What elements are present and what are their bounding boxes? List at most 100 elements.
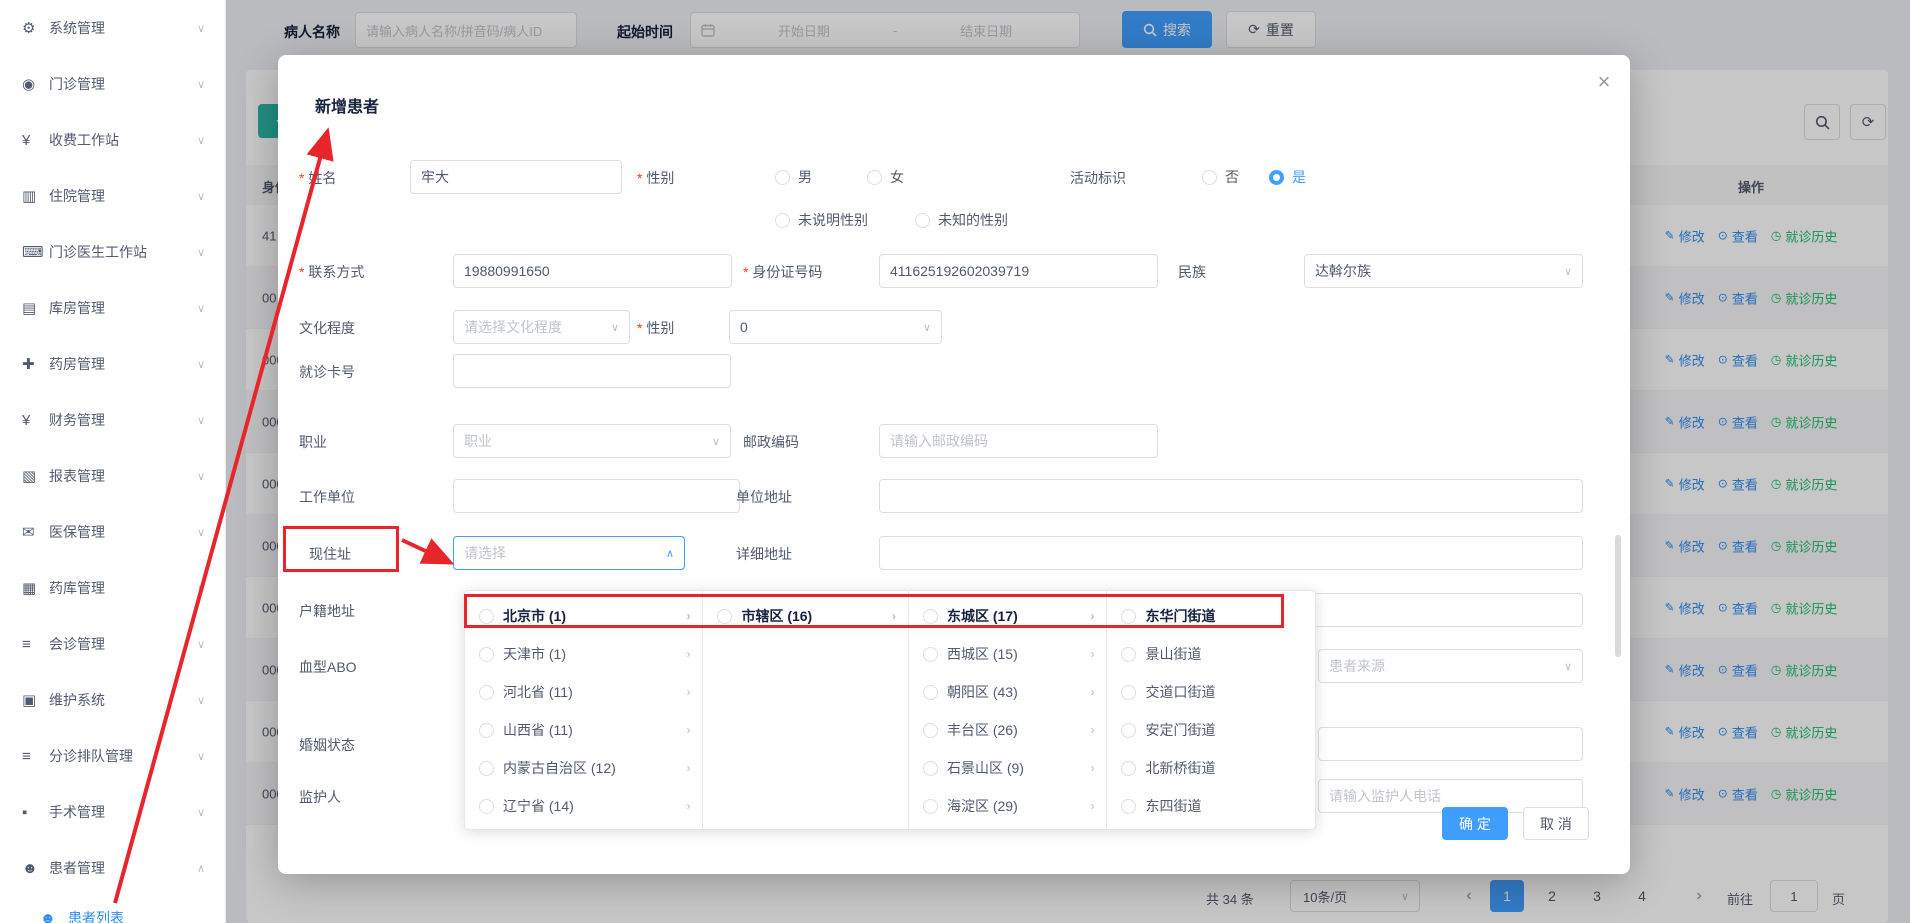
occupation-select[interactable]: 职业 ∨ xyxy=(453,424,731,458)
sidebar-item-6[interactable]: ▤库房管理∨ xyxy=(0,280,225,336)
radio-icon xyxy=(479,723,494,738)
cascader-option[interactable]: 北新桥街道 xyxy=(1107,749,1315,787)
cascader-option[interactable]: 朝阳区 (43)› xyxy=(909,673,1107,711)
radio-icon xyxy=(1121,723,1136,738)
occupation-label: 职业 xyxy=(299,432,327,452)
close-icon[interactable]: × xyxy=(1590,69,1618,97)
cascader-option[interactable]: 东华门街道 xyxy=(1107,597,1315,635)
warehouse-icon: ▤ xyxy=(22,299,49,317)
guardian-phone-placeholder: 请输入监护人电话 xyxy=(1329,786,1441,806)
radio-icon xyxy=(479,685,494,700)
cascader-option[interactable]: 海淀区 (29)› xyxy=(909,787,1107,825)
chevron-down-icon: ∨ xyxy=(197,806,205,819)
sidebar-item-1[interactable]: ⚙系统管理∨ xyxy=(0,0,225,56)
sidebar-item-15[interactable]: ▪手术管理∨ xyxy=(0,784,225,840)
sidebar-item-8[interactable]: ¥财务管理∨ xyxy=(0,392,225,448)
id-number-input[interactable]: 411625192602039719 xyxy=(879,254,1158,288)
cascader-option[interactable]: 东四街道 xyxy=(1107,787,1315,825)
radio-gender-unspecified[interactable]: 未说明性别 xyxy=(775,210,868,230)
sidebar-item-12[interactable]: ≡会诊管理∨ xyxy=(0,616,225,672)
work-unit-input[interactable] xyxy=(453,479,740,513)
cascader-option[interactable]: 景山街道 xyxy=(1107,635,1315,673)
chevron-down-icon: ∨ xyxy=(197,246,205,259)
marital-status-input[interactable] xyxy=(1318,727,1583,761)
education-placeholder: 请选择文化程度 xyxy=(464,317,562,337)
unit-address-input[interactable] xyxy=(879,479,1583,513)
marital-status-label: 婚姻状态 xyxy=(299,735,355,755)
cascader-option[interactable]: 交道口街道 xyxy=(1107,673,1315,711)
sidebar-item-16[interactable]: ☻患者管理∧ xyxy=(0,840,225,896)
cascader-option[interactable]: 内蒙古自治区 (12)› xyxy=(465,749,702,787)
cascader-option[interactable]: 北京市 (1)› xyxy=(465,597,702,635)
cascader-option[interactable]: 东城区 (17)› xyxy=(909,597,1107,635)
confirm-button[interactable]: 确 定 xyxy=(1442,807,1508,840)
modal-scrollbar-thumb[interactable] xyxy=(1615,535,1621,657)
chevron-right-icon: › xyxy=(1090,799,1094,813)
radio-label: 男 xyxy=(798,167,812,187)
radio-icon xyxy=(479,761,494,776)
radio-icon xyxy=(479,647,494,662)
radio-icon xyxy=(915,213,930,228)
cancel-button[interactable]: 取 消 xyxy=(1523,807,1589,840)
gender-code-select[interactable]: 0 ∨ xyxy=(729,310,942,344)
chevron-down-icon: ∨ xyxy=(1558,660,1572,673)
radio-label: 未知的性别 xyxy=(938,210,1008,230)
postal-code-input[interactable]: 请输入邮政编码 xyxy=(879,424,1158,458)
name-input[interactable]: 牢大 xyxy=(410,160,622,194)
sidebar-item-7[interactable]: ✚药房管理∨ xyxy=(0,336,225,392)
visit-card-label: 就诊卡号 xyxy=(299,362,355,382)
cascader-option[interactable]: 西城区 (15)› xyxy=(909,635,1107,673)
sidebar-item-9[interactable]: ▧报表管理∨ xyxy=(0,448,225,504)
cascader-option[interactable]: 天津市 (1)› xyxy=(465,635,702,673)
cascader-option-label: 山西省 (11) xyxy=(503,720,573,740)
radio-active-no[interactable]: 否 xyxy=(1202,167,1239,187)
sidebar-item-13[interactable]: ▣维护系统∨ xyxy=(0,672,225,728)
ethnicity-select[interactable]: 达斡尔族 ∨ xyxy=(1304,254,1583,288)
chevron-down-icon: ∨ xyxy=(197,134,205,147)
cascader-option[interactable]: 辽宁省 (14)› xyxy=(465,787,702,825)
cascader-column-2: 市辖区 (16) › xyxy=(703,591,909,829)
id-number-value: 411625192602039719 xyxy=(890,263,1029,279)
radio-icon xyxy=(1121,609,1136,624)
chevron-right-icon: › xyxy=(1090,723,1094,737)
sidebar-item-5[interactable]: ⌨门诊医生工作站∨ xyxy=(0,224,225,280)
radio-female[interactable]: 女 xyxy=(867,167,904,187)
cascader-option-label: 西城区 (15) xyxy=(947,644,1018,664)
education-select[interactable]: 请选择文化程度 ∨ xyxy=(453,310,630,344)
sidebar-item-4[interactable]: ▥住院管理∨ xyxy=(0,168,225,224)
cascader-option[interactable]: 市辖区 (16) › xyxy=(703,597,908,635)
mail-icon: ✉ xyxy=(22,523,49,541)
patient-source-placeholder: 患者来源 xyxy=(1329,656,1385,676)
cascader-option-label: 市辖区 (16) xyxy=(741,606,812,626)
current-address-select[interactable]: 请选择 ∧ xyxy=(453,536,685,570)
cascader-option[interactable]: 石景山区 (9)› xyxy=(909,749,1107,787)
detail-address-label: 详细地址 xyxy=(736,544,792,564)
radio-label: 是 xyxy=(1292,167,1306,187)
contact-input[interactable]: 19880991650 xyxy=(453,254,732,288)
sidebar-item-3[interactable]: ¥收费工作站∨ xyxy=(0,112,225,168)
patient-source-select[interactable]: 患者来源 ∨ xyxy=(1318,649,1583,683)
sidebar-item-11[interactable]: ▦药库管理∨ xyxy=(0,560,225,616)
cascader-option[interactable]: 河北省 (11)› xyxy=(465,673,702,711)
radio-icon xyxy=(479,799,494,814)
chevron-right-icon: › xyxy=(892,609,896,623)
radio-icon xyxy=(1121,761,1136,776)
radio-gender-unknown[interactable]: 未知的性别 xyxy=(915,210,1008,230)
sidebar-item-10[interactable]: ✉医保管理∨ xyxy=(0,504,225,560)
pharmacy-cross-icon: ✚ xyxy=(22,355,49,373)
radio-male[interactable]: 男 xyxy=(775,167,812,187)
sidebar-item-2[interactable]: ◉门诊管理∨ xyxy=(0,56,225,112)
radio-icon xyxy=(923,799,938,814)
sidebar-item-patient-list[interactable]: ☻ 患者列表 xyxy=(0,890,225,923)
contact-label: 联系方式 xyxy=(299,262,364,282)
sidebar-item-14[interactable]: ≡分诊排队管理∨ xyxy=(0,728,225,784)
ethnicity-label: 民族 xyxy=(1178,262,1206,282)
visit-card-input[interactable] xyxy=(453,354,731,388)
radio-icon xyxy=(923,723,938,738)
detail-address-input[interactable] xyxy=(879,536,1583,570)
cascader-option[interactable]: 安定门街道 xyxy=(1107,711,1315,749)
radio-active-yes[interactable]: 是 xyxy=(1269,167,1306,187)
chevron-up-icon: ∧ xyxy=(660,547,674,560)
cascader-option[interactable]: 山西省 (11)› xyxy=(465,711,702,749)
cascader-option[interactable]: 丰台区 (26)› xyxy=(909,711,1107,749)
